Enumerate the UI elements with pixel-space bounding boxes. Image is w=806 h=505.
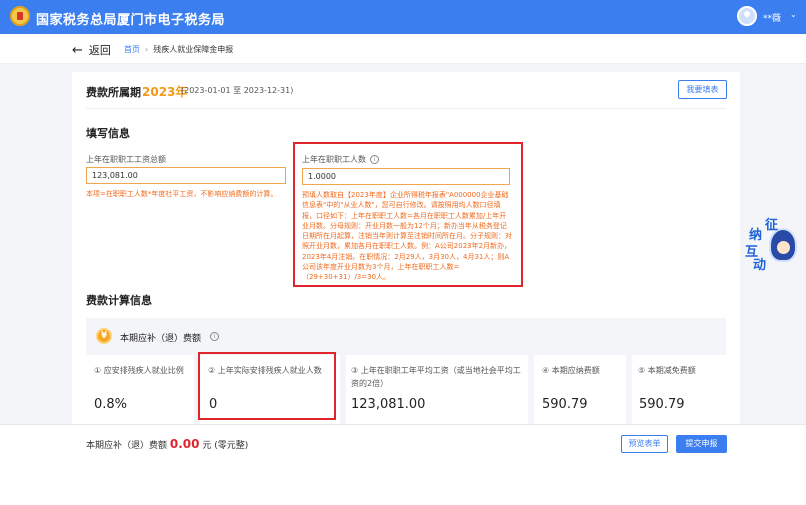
calc-info-title: 费款计算信息 [86,294,152,307]
back-label: 返回 [88,44,111,57]
tax-bureau-emblem-icon [10,6,30,26]
staff-count-field[interactable] [302,168,510,185]
calc-card: ④ 本期应纳费额 590.79 [534,355,626,424]
yuan-coin-icon: ¥ [96,328,112,344]
info-icon[interactable]: i [370,155,379,164]
breadcrumb-home-link[interactable]: 首页 [124,45,140,54]
widget-char: 征 [765,218,779,233]
card-value: 0.8% [94,397,128,412]
total-wage-label: 上年在职职工工资总额 [86,155,166,164]
footer-amount-words: (零元整) [214,441,249,451]
staff-count-label-text: 上年在职职工人数 [302,155,366,164]
breadcrumb-separator: › [145,45,149,54]
footer-amount-summary: 本期应补（退）费额 0.00 元 (零元整) [86,437,248,451]
calc-card: ③ 上年在职职工年平均工资（或当地社会平均工资的2倍） 123,081.00 [346,355,528,424]
card-label: ⑤ 本期减免费额 [638,366,696,375]
card-label: ④ 本期应纳费额 [542,366,600,375]
card-label: ③ 上年在职职工年平均工资（或当地社会平均工资的2倍） [351,366,521,388]
footer-amount-label: 本期应补（退）费额 [86,441,168,451]
navigation-bar [0,34,806,64]
user-menu-chevron-icon[interactable]: ⌄ [790,10,797,19]
staff-count-note: 预填人数取自【2023年度】企业所得税年报表"A000000企业基础信息表"中的… [302,191,512,282]
footer-amount-unit: 元 [202,441,212,451]
widget-char: 动 [753,258,767,273]
period-label: 费款所属期 [86,86,141,99]
card-value: 123,081.00 [351,397,426,412]
section-divider [86,108,726,109]
back-button[interactable]: ← 返回 [72,42,111,58]
site-title: 国家税务总局厦门市电子税务局 [36,13,226,28]
back-arrow-icon: ← [72,43,83,58]
period-range: (2023-01-01 至 2023-12-31) [181,86,294,95]
breadcrumb-current: 残疾人就业保障金申报 [153,45,234,54]
user-name[interactable]: **薇 [763,11,781,24]
calc-card: ① 应安排残疾人就业比例 0.8% [86,355,194,424]
user-avatar-icon[interactable] [737,6,757,26]
calc-summary-heading: 本期应补（退）费额 [120,334,202,344]
preview-form-button[interactable]: 预览表单 [621,435,668,453]
disabled-staff-highlight-box [198,352,336,420]
submit-declaration-button[interactable]: 提交申报 [676,435,727,453]
total-wage-field[interactable] [86,167,286,184]
footer-amount-value: 0.00 [169,437,200,451]
tax-interaction-widget[interactable]: 征 纳 互 动 [745,214,803,273]
fill-form-button[interactable]: 我要填表 [678,80,727,99]
total-wage-note: 本项=在职职工人数*年度社平工资，不影响应纳费额的计算。 [86,190,278,198]
calc-card: ⑤ 本期减免费额 590.79 [632,355,726,424]
card-value: 590.79 [542,397,588,412]
fill-info-title: 填写信息 [86,127,130,140]
mascot-icon [769,228,797,262]
staff-count-label: 上年在职职工人数 i [302,154,379,165]
card-label: ① 应安排残疾人就业比例 [94,366,184,375]
info-icon[interactable]: i [210,332,219,341]
breadcrumb: 首页 › 残疾人就业保障金申报 [124,44,233,55]
card-value: 590.79 [639,397,685,412]
